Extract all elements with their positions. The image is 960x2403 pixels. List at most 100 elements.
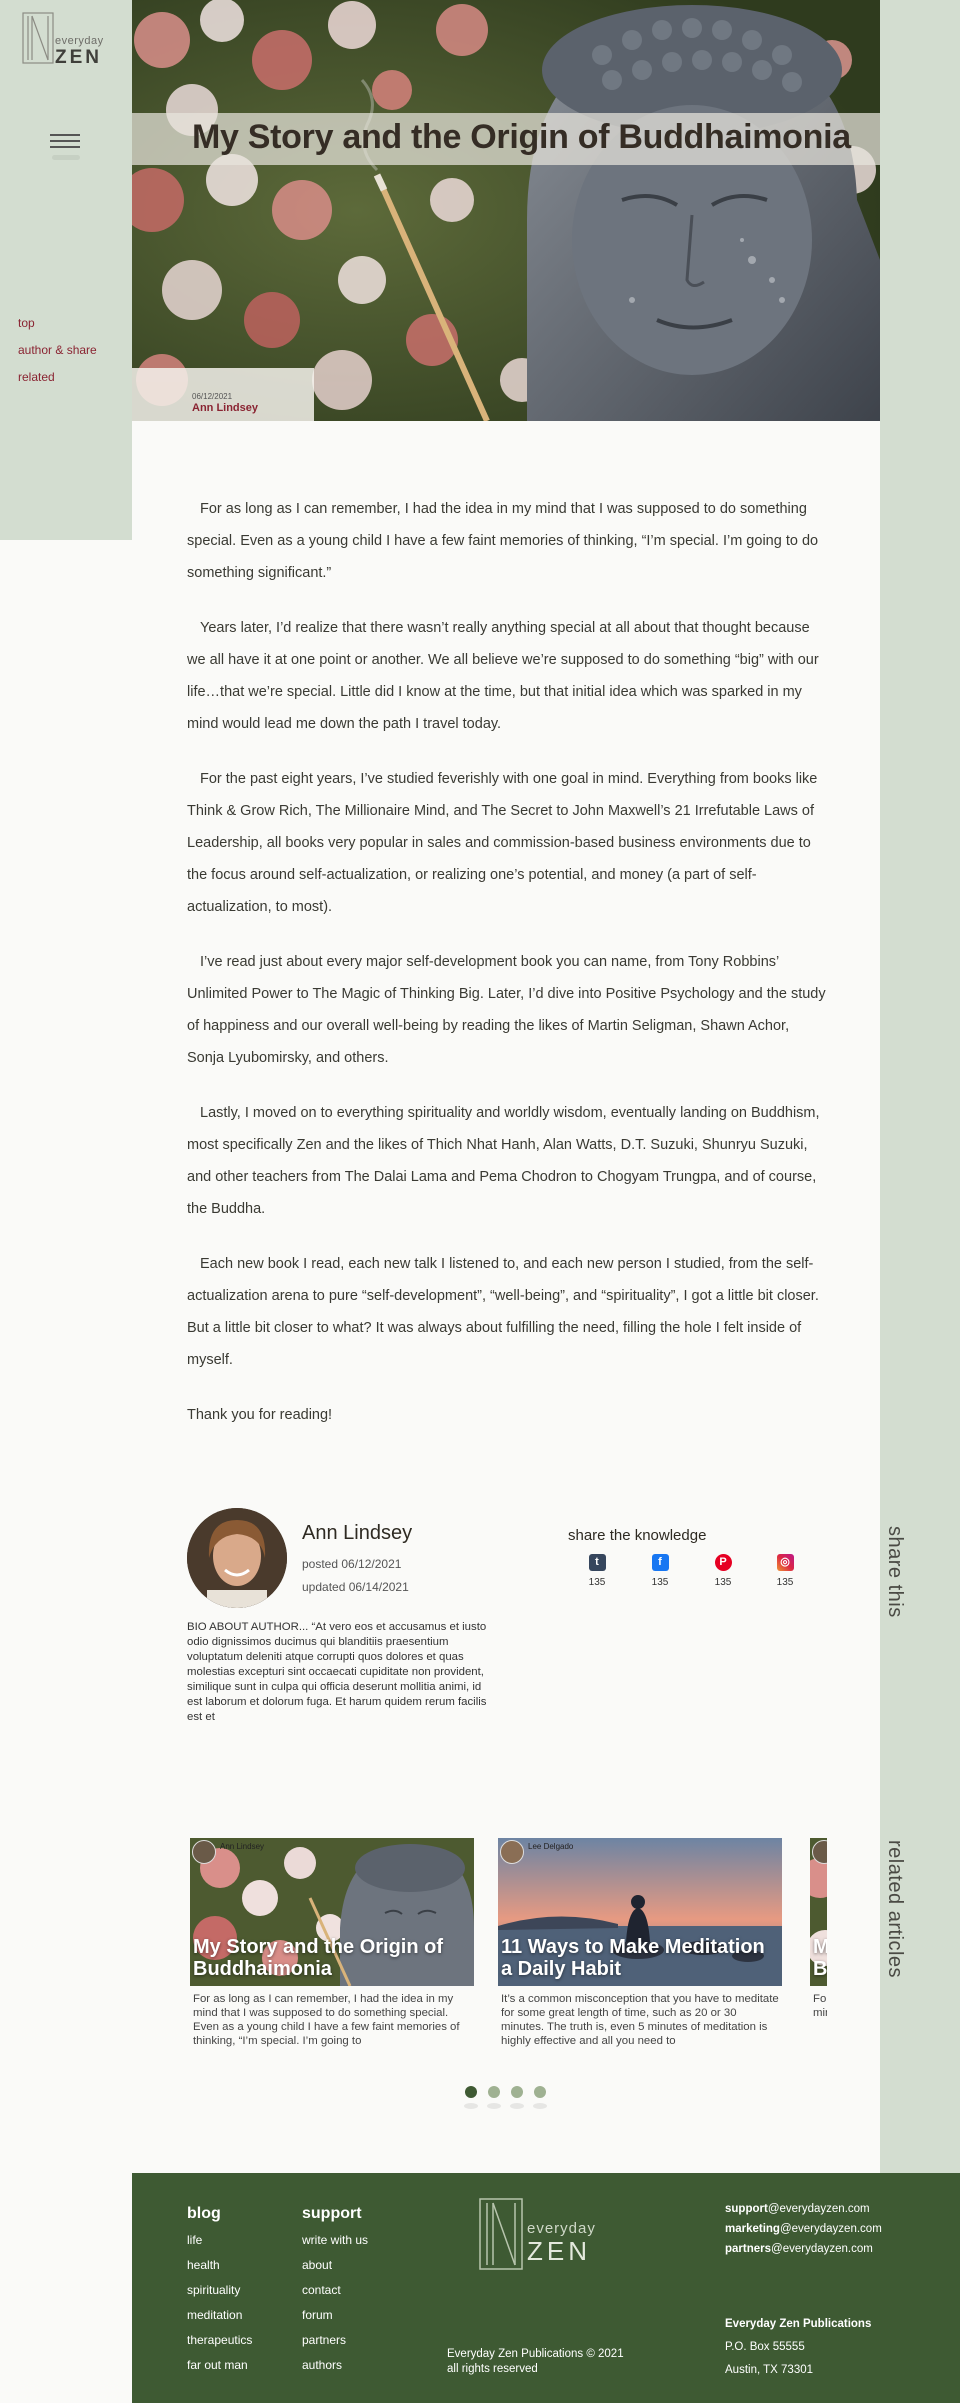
related-carousel: Ann Lindsey My Story and the Origin of B… <box>187 1838 827 2058</box>
author-avatar[interactable] <box>187 1508 287 1608</box>
share-count: 135 <box>776 1577 794 1588</box>
footer-support-column: support write with us about contact foru… <box>302 2205 368 2383</box>
hamburger-menu-icon[interactable] <box>50 130 80 154</box>
related-card[interactable]: My Story and the Origin of Buddhaimonia … <box>810 1838 827 2048</box>
dot-shadow <box>510 2103 524 2109</box>
page: everyday ZEN top author & share related <box>0 0 960 2403</box>
logo-small-text: everyday <box>55 35 104 47</box>
card-title: 11 Ways to Make Meditation a Daily Habit <box>501 1936 765 1980</box>
share-instagram-button[interactable]: ◎ 135 <box>765 1554 805 1588</box>
author-photo-image <box>187 1508 287 1608</box>
logo[interactable]: everyday ZEN <box>22 12 112 68</box>
posted-date: posted 06/12/2021 <box>302 1557 402 1571</box>
card-excerpt: For as long as I can remember, I had the… <box>193 1993 460 2047</box>
footer: blog life health spirituality meditation… <box>132 2173 960 2403</box>
hero-date: 06/12/2021 <box>192 392 233 401</box>
copyright-text: Everyday Zen Publications © 2021 <box>447 2348 624 2360</box>
support-email-link[interactable]: support@everydayzen.com <box>725 2203 882 2215</box>
carousel-pagination <box>465 2085 557 2103</box>
related-card[interactable]: Ann Lindsey My Story and the Origin of B… <box>190 1838 474 2048</box>
footer-logo[interactable]: everyday ZEN <box>479 2198 619 2270</box>
card-author-avatar <box>192 1840 216 1864</box>
footer-link[interactable]: about <box>302 2258 368 2272</box>
footer-logo-mark-icon <box>479 2198 523 2270</box>
footer-logo-small: everyday <box>527 2220 596 2237</box>
footer-link[interactable]: authors <box>302 2358 368 2372</box>
dot-shadow <box>487 2103 501 2109</box>
footer-link[interactable]: therapeutics <box>187 2333 252 2347</box>
instagram-icon: ◎ <box>776 1554 794 1571</box>
dot-shadow <box>464 2103 478 2109</box>
buddha-statue-image <box>132 0 880 421</box>
footer-address: Everyday Zen Publications P.O. Box 55555… <box>725 2313 871 2382</box>
footer-blog-heading[interactable]: blog <box>187 2205 252 2223</box>
footer-link[interactable]: health <box>187 2258 252 2272</box>
side-nav-related[interactable]: related <box>18 370 97 384</box>
article-closing: Thank you for reading! <box>187 1407 333 1423</box>
logo-mark-icon <box>22 12 54 64</box>
share-pinterest-button[interactable]: P 135 <box>703 1554 743 1588</box>
author-name[interactable]: Ann Lindsey <box>302 1522 412 1545</box>
city: Austin, TX 73301 <box>725 2364 814 2376</box>
company-name: Everyday Zen Publications <box>725 2318 872 2330</box>
article-paragraph: Lastly, I moved on to everything spiritu… <box>187 1105 820 1217</box>
share-this-label[interactable]: share this <box>878 1526 906 1618</box>
hero-image: My Story and the Origin of Buddhaimonia … <box>132 0 880 421</box>
footer-support-heading[interactable]: support <box>302 2205 368 2223</box>
footer-link[interactable]: forum <box>302 2308 368 2322</box>
side-nav-top[interactable]: top <box>18 316 97 330</box>
footer-link[interactable]: far out man <box>187 2358 252 2372</box>
share-count: 135 <box>714 1577 732 1588</box>
article-paragraph: Years later, I’d realize that there wasn… <box>187 620 819 732</box>
menu-shadow <box>52 155 80 160</box>
side-nav: top author & share related <box>18 316 97 397</box>
footer-logo-big: ZEN <box>527 2236 591 2266</box>
card-title: My Story and the Origin of Buddhaimonia <box>193 1936 444 1980</box>
card-excerpt: For as long as I can remember, I had the… <box>813 1993 827 2019</box>
carousel-dot[interactable] <box>511 2086 523 2098</box>
footer-link[interactable]: meditation <box>187 2308 252 2322</box>
carousel-dot[interactable] <box>534 2086 546 2098</box>
article-paragraph: For the past eight years, I’ve studied f… <box>187 771 818 915</box>
share-title: share the knowledge <box>568 1527 707 1544</box>
article-paragraph: I’ve read just about every major self-de… <box>187 954 826 1066</box>
footer-emails: support@everydayzen.com marketing@everyd… <box>725 2203 882 2263</box>
footer-link[interactable]: write with us <box>302 2233 368 2247</box>
footer-link[interactable]: life <box>187 2233 252 2247</box>
sidebar: everyday ZEN top author & share related <box>0 0 132 540</box>
footer-link[interactable]: partners <box>302 2333 368 2347</box>
rights-text: all rights reserved <box>447 2363 538 2375</box>
share-count: 135 <box>651 1577 669 1588</box>
card-author: Ann Lindsey <box>220 1842 265 1851</box>
footer-copyright: Everyday Zen Publications © 2021 all rig… <box>447 2347 624 2377</box>
share-tumblr-button[interactable]: t 135 <box>577 1554 617 1588</box>
facebook-icon: f <box>651 1554 669 1571</box>
tumblr-icon: t <box>588 1554 606 1571</box>
card-excerpt: It’s a common misconception that you hav… <box>501 1993 779 2047</box>
updated-date: updated 06/14/2021 <box>302 1580 409 1594</box>
article-paragraph: For as long as I can remember, I had the… <box>187 501 819 581</box>
pinterest-icon: P <box>714 1554 732 1571</box>
footer-link[interactable]: contact <box>302 2283 368 2297</box>
hero-author-link[interactable]: Ann Lindsey <box>192 402 258 414</box>
card-author-avatar <box>500 1840 524 1864</box>
footer-link[interactable]: spirituality <box>187 2283 252 2297</box>
carousel-dot[interactable] <box>488 2086 500 2098</box>
dot-shadow <box>533 2103 547 2109</box>
article-body: For as long as I can remember, I had the… <box>187 493 827 1454</box>
card-title: My Story and the Origin of Buddhaimonia <box>813 1936 827 1980</box>
logo-big-text: ZEN <box>55 47 102 68</box>
carousel-dot[interactable] <box>465 2086 477 2098</box>
footer-blog-column: blog life health spirituality meditation… <box>187 2205 252 2383</box>
card-author: Lee Delgado <box>528 1842 574 1851</box>
partners-email-link[interactable]: partners@everydayzen.com <box>725 2243 882 2255</box>
article-paragraph: Each new book I read, each new talk I li… <box>187 1256 819 1368</box>
share-facebook-button[interactable]: f 135 <box>640 1554 680 1588</box>
marketing-email-link[interactable]: marketing@everydayzen.com <box>725 2223 882 2235</box>
related-articles-label[interactable]: related articles <box>878 1840 906 1978</box>
side-nav-author-share[interactable]: author & share <box>18 343 97 357</box>
po-box: P.O. Box 55555 <box>725 2341 805 2353</box>
author-bio: BIO ABOUT AUTHOR... “At vero eos et accu… <box>187 1621 487 1723</box>
related-card[interactable]: Lee Delgado 11 Ways to Make Meditation a… <box>498 1838 782 2048</box>
share-count: 135 <box>588 1577 606 1588</box>
